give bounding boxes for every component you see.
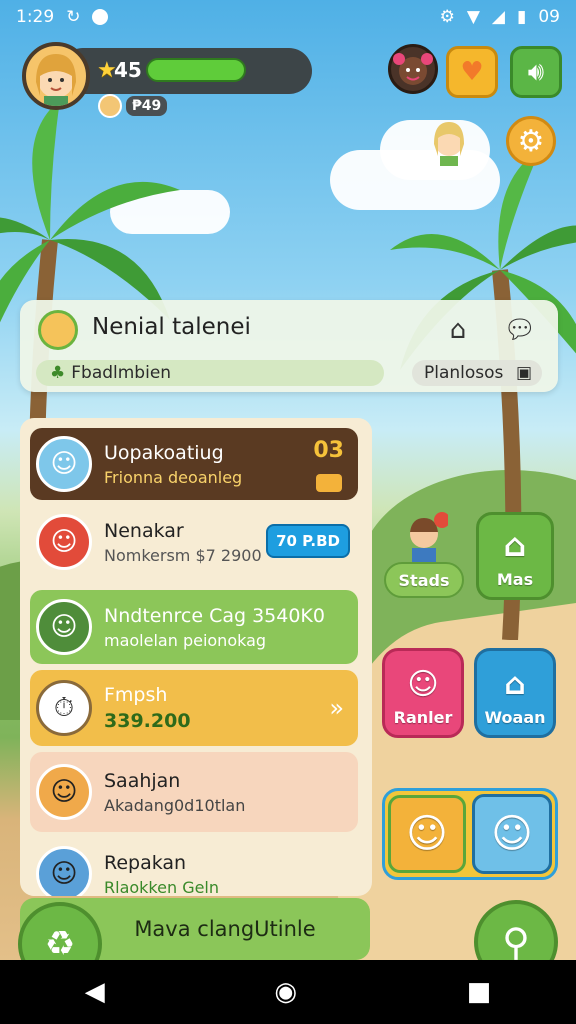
list-item[interactable]: ☺ Uopakoatiug Frionna deoanleg 03 (30, 428, 358, 500)
settings-button[interactable]: ⚙ (506, 116, 556, 166)
farmer-icon: ☺ (407, 667, 439, 702)
search-icon: ⚲ (502, 920, 530, 964)
recents-icon[interactable]: ■ (467, 977, 492, 1007)
villager-character[interactable] (400, 510, 448, 564)
xp-progress-bar (146, 58, 246, 82)
avatar: ☺ (36, 599, 92, 655)
system-nav-bar: ◀ ◉ ■ (0, 960, 576, 1024)
price-tag[interactable]: 70 P.BD (266, 524, 350, 558)
girl-avatar-icon (36, 54, 76, 106)
character-face-icon (393, 53, 433, 85)
sync-icon: ↻ (66, 7, 81, 27)
shop-icon: ⌂ (504, 667, 526, 702)
mas-label: Mas (496, 570, 534, 589)
battery-icon: ▮ (517, 7, 527, 27)
home-button[interactable]: ⌂ (440, 312, 476, 348)
list-item[interactable]: ☺ Nndtenrce Cag 3540K0 maolelan peionoka… (30, 590, 358, 664)
girl-helper-icon (434, 122, 464, 166)
list-item-subtitle: Rlaokken Geln (104, 877, 220, 897)
list-item-title: Uopakoatiug (104, 441, 224, 464)
signal-icon: ◢ (491, 7, 505, 27)
back-icon[interactable]: ◀ (85, 977, 105, 1007)
page-title: Nenial talenei (92, 314, 251, 340)
list-item-title: Nndtenrce Cag 3540K0 (104, 604, 325, 627)
heart-icon: ♥ (460, 57, 484, 87)
list-item-title: Fmpsh (104, 684, 168, 706)
coin-chip[interactable]: ₱49 (98, 94, 168, 118)
mini-avatar (98, 94, 122, 118)
notification-dot-icon (92, 9, 109, 25)
list-item-title: Saahjan (104, 769, 181, 792)
chat-bubble-icon: 💬︎ (503, 315, 537, 345)
list-item-subtitle: Frionna deoanleg (104, 467, 243, 487)
clover-icon: ♣ (50, 363, 66, 383)
stads-button[interactable]: Stads (384, 562, 464, 598)
settings-status-icon: ⚙ (439, 7, 455, 27)
avatar: ☺ (36, 514, 92, 570)
ranler-button[interactable]: ☺ Ranler (382, 648, 464, 738)
list-item[interactable]: ☺ Repakan Rlaokken Geln (30, 842, 358, 896)
header-card: Nenial talenei ⌂ 💬︎ ♣ Fbadlmbien Planlos… (20, 300, 558, 392)
home-icon: ⌂ (449, 315, 467, 345)
helper-character[interactable] (426, 116, 472, 166)
quest-list: ☺ Uopakoatiug Frionna deoanleg 03 ☺ Nena… (20, 418, 372, 896)
list-item-subtitle: Nomkersm $7 2900 (104, 545, 262, 565)
bottom-action-label: Mava clangUtinle (134, 917, 316, 941)
player-avatar[interactable] (22, 42, 90, 110)
left-pill-label: Fbadlmbien (71, 363, 172, 383)
stads-label: Stads (398, 570, 450, 590)
boy-character-icon: ☺ (472, 794, 552, 874)
wifi-icon: ▼ (466, 7, 480, 27)
villager-icon (410, 512, 448, 562)
home-circle-icon[interactable]: ◉ (274, 977, 297, 1007)
speaker-icon: 🔊︎ (527, 56, 545, 87)
list-item-subtitle: Akadang0d10tlan (104, 795, 246, 815)
status-bar: 1:29 ↻ ⚙ ▼ ◢ ▮ 09 (0, 0, 576, 34)
fast-forward-icon[interactable]: » (329, 694, 344, 722)
mas-button[interactable]: ⌂ Mas (476, 512, 554, 600)
list-item-title: Repakan (104, 851, 187, 874)
status-time: 1:29 (16, 7, 55, 27)
ranler-label: Ranler (393, 708, 453, 727)
list-item-value: 339.200 (104, 710, 191, 732)
chest-icon (316, 474, 342, 492)
house-icon: ⌂ (503, 526, 527, 564)
refresh-icon: ♻ (44, 924, 76, 964)
list-item-title: Nenakar (104, 519, 184, 542)
friend-avatar[interactable] (388, 44, 438, 94)
battery-text: 09 (538, 7, 560, 27)
list-item[interactable]: ☺ Saahjan Akadang0d10tlan (30, 752, 358, 832)
favorites-button[interactable]: ♥ (446, 46, 498, 98)
coin-badge: ₱49 (126, 96, 168, 116)
dog-character-icon: ☺ (388, 795, 466, 873)
gear-icon: ⚙ (517, 123, 545, 159)
stars-count: 45 (114, 58, 142, 82)
avatar: ☺ (36, 764, 92, 820)
list-item[interactable]: ☺ Nenakar Nomkersm $7 2900 70 P.BD (30, 510, 358, 574)
chat-button[interactable]: 💬︎ (502, 312, 538, 348)
left-pill[interactable]: ♣ Fbadlmbien (36, 360, 384, 386)
timer-icon: ⏱ (36, 680, 92, 736)
list-item[interactable]: ⏱ Fmpsh 339.200 » (30, 670, 358, 746)
smile-avatar-icon (38, 310, 78, 350)
bus-icon: ▣ (515, 363, 532, 383)
list-item-subtitle: maolelan peionokag (104, 630, 267, 650)
row-badge: 03 (313, 438, 344, 463)
woaan-button[interactable]: ⌂ Woaan (474, 648, 556, 738)
avatar: ☺ (36, 846, 92, 896)
right-pill-label: Planlosos (424, 363, 504, 383)
characters-card[interactable]: ☺ ☺ (382, 788, 558, 880)
right-pill[interactable]: Planlosos ▣ (412, 360, 542, 386)
avatar: ☺ (36, 436, 92, 492)
woaan-label: Woaan (484, 708, 546, 727)
sound-button[interactable]: 🔊︎ (510, 46, 562, 98)
